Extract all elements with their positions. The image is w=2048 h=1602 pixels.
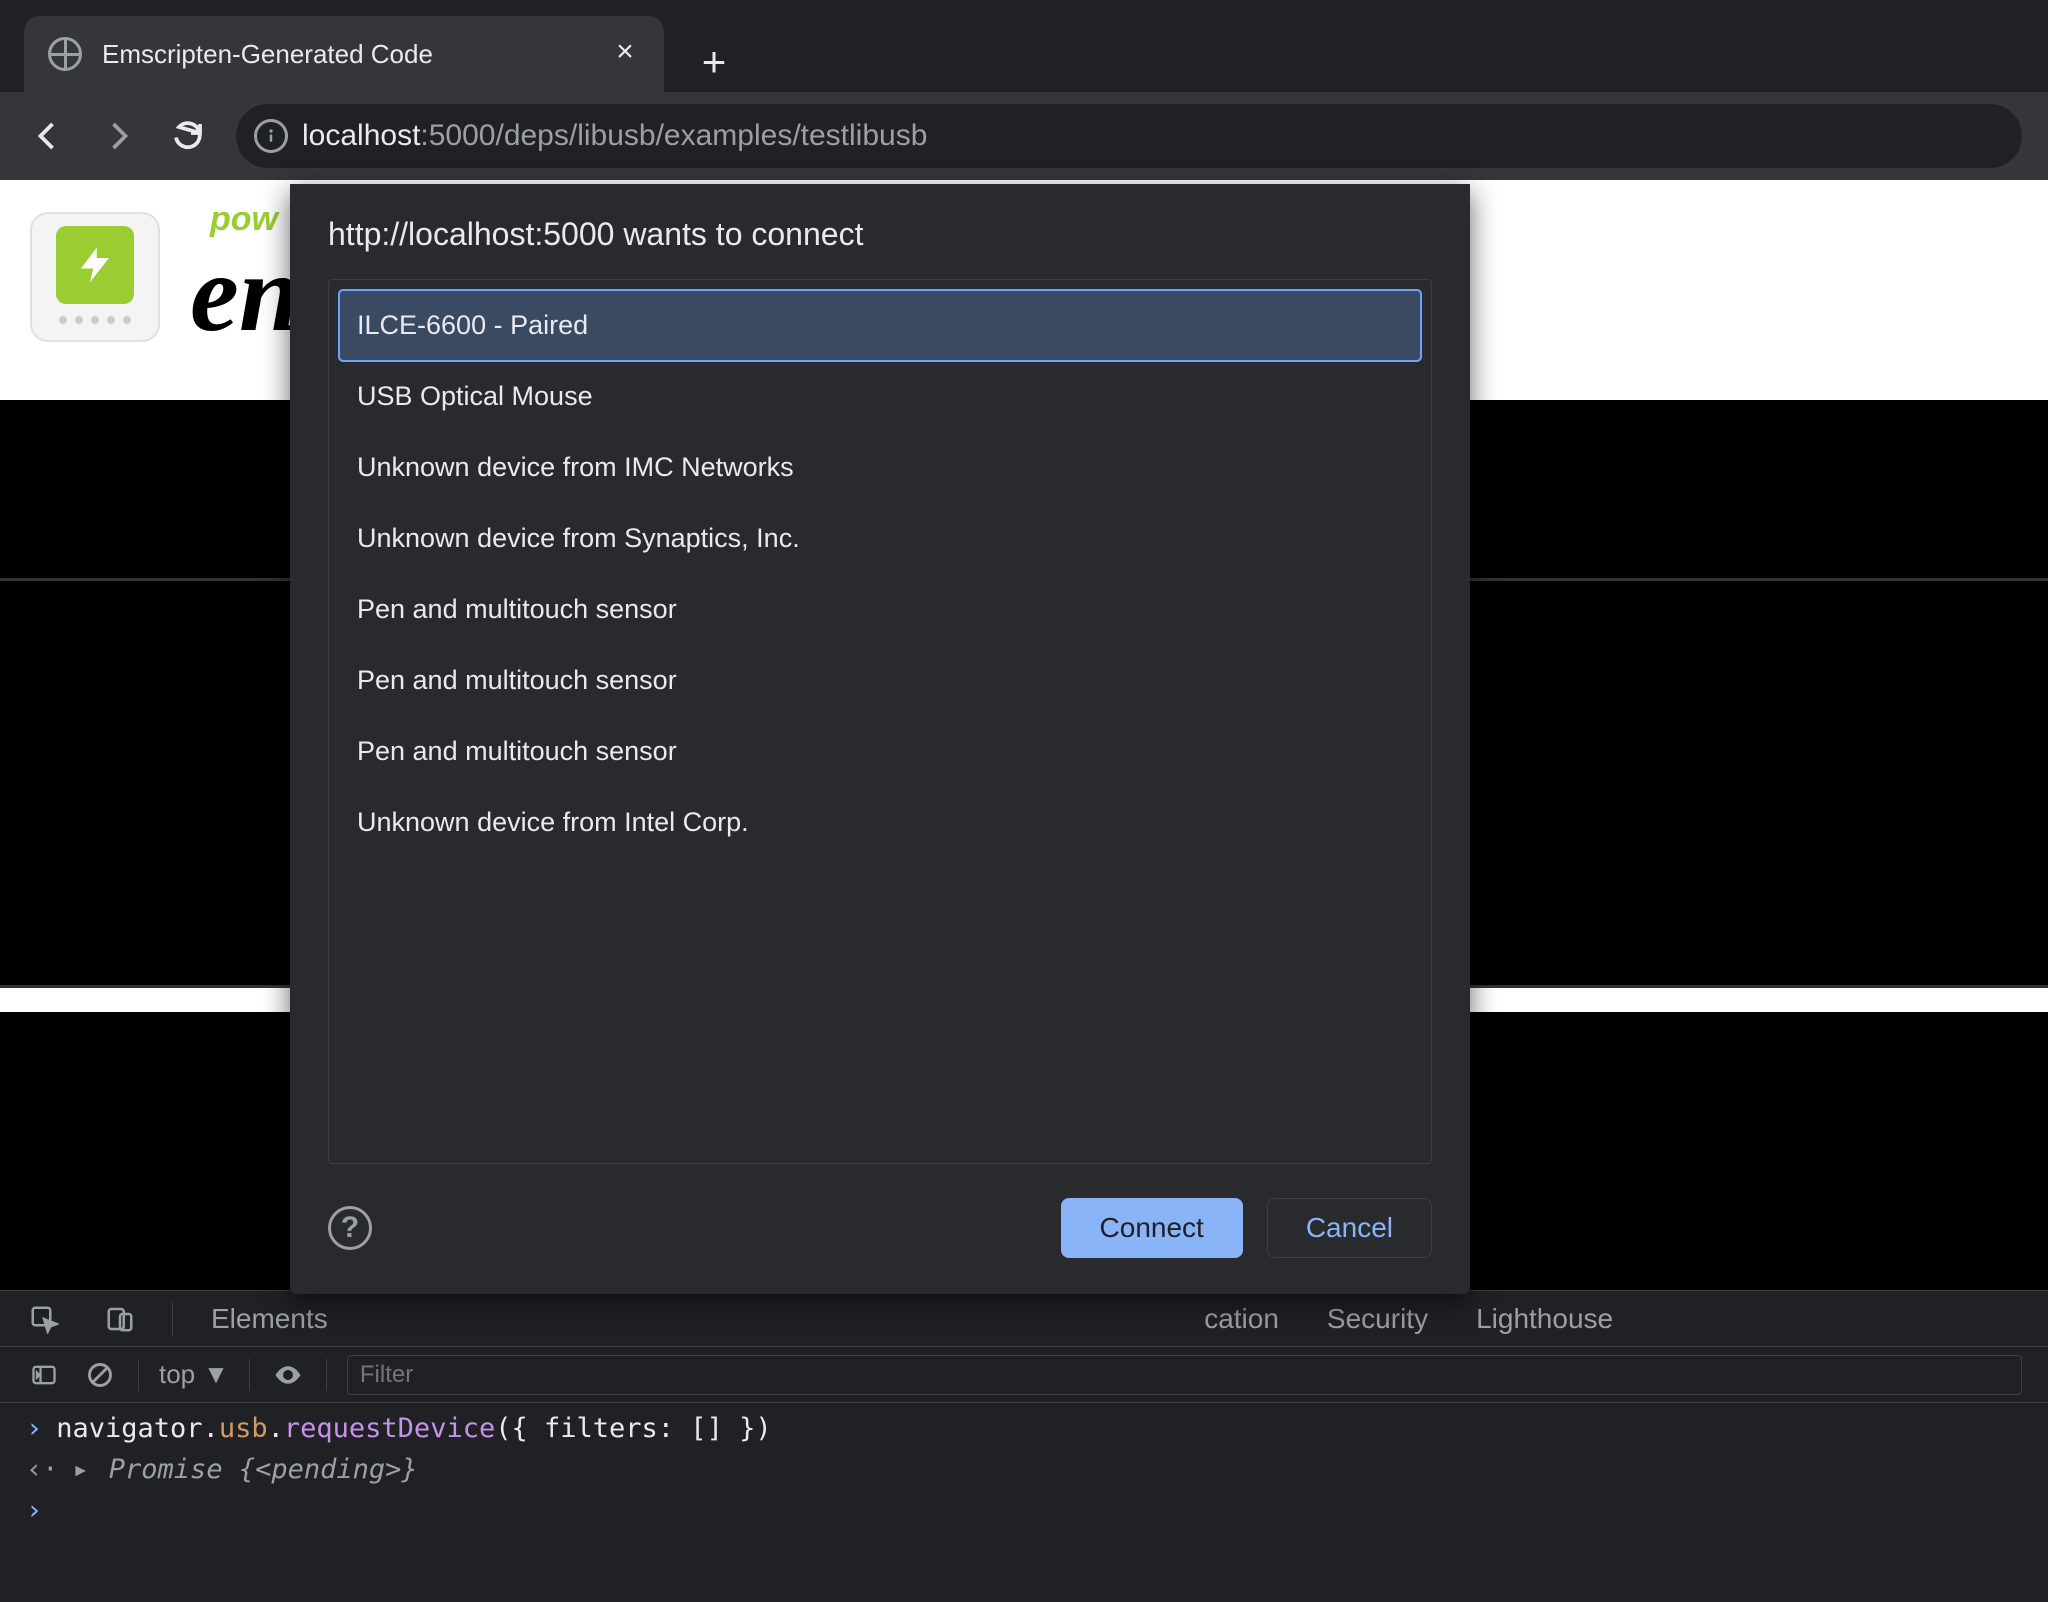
input-caret-icon: › [26,1413,42,1444]
cancel-button[interactable]: Cancel [1267,1198,1432,1258]
console-input-line: › navigator.usb.requestDevice({ filters:… [26,1413,2022,1444]
back-button[interactable] [26,114,70,158]
inspect-element-icon[interactable] [26,1301,62,1337]
help-icon[interactable]: ? [328,1206,372,1250]
reload-button[interactable] [166,114,210,158]
clear-console-icon[interactable] [82,1357,118,1393]
address-bar[interactable]: localhost:5000/deps/libusb/examples/test… [236,104,2022,168]
page-viewport: pow en http://localhost:5000 wants to co… [0,180,2048,1290]
url-host: localhost [302,119,420,152]
dialog-footer: ? Connect Cancel [328,1198,1432,1258]
globe-icon [48,37,82,71]
console-filter-input[interactable] [347,1355,2022,1395]
url-path: :5000/deps/libusb/examples/testlibusb [420,119,927,152]
console-sidebar-toggle-icon[interactable] [26,1357,62,1393]
output-caret-icon: ‹· [26,1454,59,1485]
device-item[interactable]: Unknown device from Synaptics, Inc. [339,503,1421,574]
execution-context-selector[interactable]: top ▼ [159,1359,229,1390]
tab-title: Emscripten-Generated Code [102,39,433,70]
console-toolbar: top ▼ [0,1347,2048,1403]
console-output[interactable]: › navigator.usb.requestDevice({ filters:… [0,1403,2048,1602]
console-prompt-line[interactable]: › [26,1495,2022,1526]
device-item[interactable]: Unknown device from IMC Networks [339,432,1421,503]
device-item[interactable]: Pen and multitouch sensor [339,574,1421,645]
bolt-icon [56,226,134,304]
devtools-tab-application-fragment[interactable]: cation [1161,1291,1283,1347]
device-item[interactable]: ILCE-6600 - Paired [339,290,1421,361]
devtools-tab-security[interactable]: Security [1323,1291,1432,1347]
device-item[interactable]: Pen and multitouch sensor [339,716,1421,787]
site-info-icon[interactable] [254,119,288,153]
tab-strip: Emscripten-Generated Code × + [0,0,2048,92]
context-label: top [159,1359,195,1390]
usb-permission-dialog: http://localhost:5000 wants to connect I… [290,184,1470,1294]
device-toolbar-icon[interactable] [102,1301,138,1337]
devtools-panel: Elements Console Sources Network Perform… [0,1290,2048,1602]
devtools-tabs: Elements Console Sources Network Perform… [0,1291,2048,1347]
expand-triangle-icon[interactable]: ▸ [73,1454,89,1485]
browser-toolbar: localhost:5000/deps/libusb/examples/test… [0,92,2048,180]
console-result: Promise {<pending>} [109,1454,418,1485]
devtools-tab-lighthouse[interactable]: Lighthouse [1472,1291,1617,1347]
prompt-caret-icon: › [26,1495,42,1526]
url-text: localhost:5000/deps/libusb/examples/test… [302,119,927,153]
forward-button[interactable] [96,114,140,158]
chevron-down-icon: ▼ [203,1359,229,1390]
live-expression-icon[interactable] [270,1357,306,1393]
dialog-title: http://localhost:5000 wants to connect [328,216,1432,253]
close-tab-icon[interactable]: × [610,39,640,69]
console-code: navigator.usb.requestDevice({ filters: [… [56,1413,771,1444]
connect-button[interactable]: Connect [1061,1198,1243,1258]
device-item[interactable]: Unknown device from Intel Corp. [339,787,1421,858]
console-output-line: ‹· ▸ Promise {<pending>} [26,1454,2022,1485]
emscripten-text-fragment: en [190,230,300,357]
device-list: ILCE-6600 - Paired USB Optical Mouse Unk… [328,279,1432,1164]
browser-tab[interactable]: Emscripten-Generated Code × [24,16,664,92]
device-item[interactable]: USB Optical Mouse [339,361,1421,432]
new-tab-button[interactable]: + [684,32,744,92]
emscripten-logo [30,212,160,342]
devtools-tab-elements[interactable]: Elements [207,1291,332,1347]
device-item[interactable]: Pen and multitouch sensor [339,645,1421,716]
